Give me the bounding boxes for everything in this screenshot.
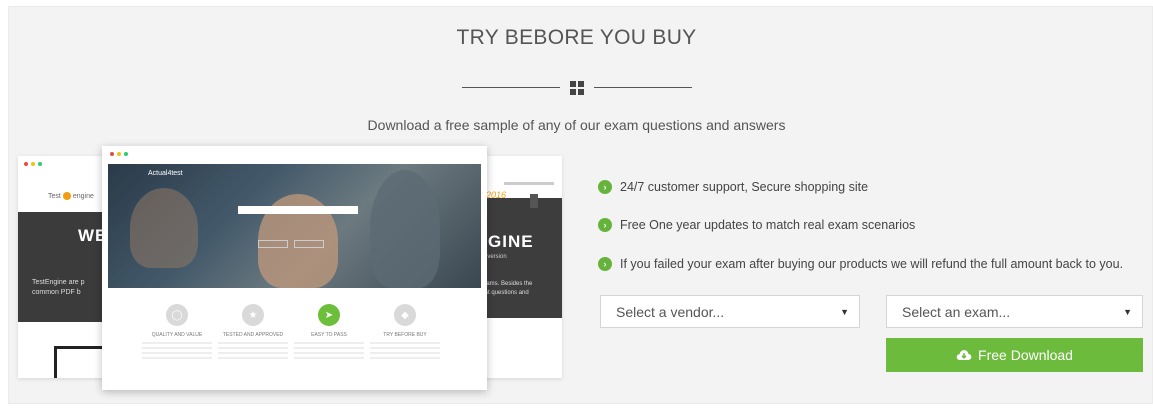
feature-item: › Free One year updates to match real ex… — [598, 218, 915, 232]
free-download-button[interactable]: Free Download — [886, 338, 1143, 372]
chevron-down-icon: ▼ — [840, 307, 849, 317]
mockup-hero-text: GINE — [488, 232, 534, 251]
mockup-year: 2016 — [486, 190, 507, 200]
mockup-search-bar — [238, 206, 358, 214]
grid-icon — [570, 81, 584, 95]
mockup-nav-logo: Actual4test — [148, 170, 183, 177]
mockup-body-text: exams. Besides the test questions and — [480, 281, 533, 296]
feature-text: Free One year updates to match real exam… — [620, 218, 916, 232]
mockup-feature: ◆ Try Before Buy — [370, 304, 440, 362]
mockup-feature: ➤ Easy to Pass — [294, 304, 364, 362]
chevron-right-icon: › — [598, 218, 612, 232]
feature-text: If you failed your exam after buying our… — [620, 257, 1124, 271]
mockup-hero-image: Actual4test — [108, 164, 481, 288]
mockup-feature: ★ Tested and Approved — [218, 304, 288, 362]
divider-line-left — [462, 87, 560, 88]
mockup-sub-text: t version — [484, 254, 507, 260]
feature-item: › 24/7 customer support, Secure shopping… — [598, 180, 868, 194]
mockup-body-text: TestEngine are p common PDF b — [32, 279, 85, 296]
divider-line-right — [594, 87, 692, 88]
mockup-screenshot-center: Actual4test ◯ Quality and Value ★ Tested… — [102, 146, 487, 390]
exam-select-value: Select an exam... — [902, 303, 1011, 320]
section-title: TRY BEBORE YOU BUY — [456, 26, 697, 49]
mockup-feature-row: ◯ Quality and Value ★ Tested and Approve… — [142, 304, 442, 384]
chevron-down-icon: ▼ — [1123, 307, 1132, 317]
mockup-avatar — [530, 194, 538, 208]
cloud-download-icon — [956, 350, 972, 360]
title-divider — [0, 80, 1153, 96]
mockup-logo: Test engine — [48, 192, 94, 200]
vendor-select[interactable]: Select a vendor... ▼ — [600, 295, 860, 328]
window-dots — [24, 162, 42, 166]
tag-icon: ◆ — [394, 304, 416, 326]
free-download-label: Free Download — [978, 347, 1073, 363]
section-subtitle: Download a free sample of any of our exa… — [367, 117, 786, 133]
mockup-feature: ◯ Quality and Value — [142, 304, 212, 362]
exam-select[interactable]: Select an exam... ▼ — [886, 295, 1143, 328]
star-icon: ★ — [242, 304, 264, 326]
vendor-select-value: Select a vendor... — [616, 303, 725, 320]
chevron-right-icon: › — [598, 257, 612, 271]
window-dots — [110, 152, 128, 156]
chevron-right-icon: › — [598, 180, 612, 194]
paper-plane-icon: ➤ — [318, 304, 340, 326]
feature-item: › If you failed your exam after buying o… — [598, 257, 1123, 271]
feature-text: 24/7 customer support, Secure shopping s… — [620, 180, 869, 194]
shield-icon: ◯ — [166, 304, 188, 326]
